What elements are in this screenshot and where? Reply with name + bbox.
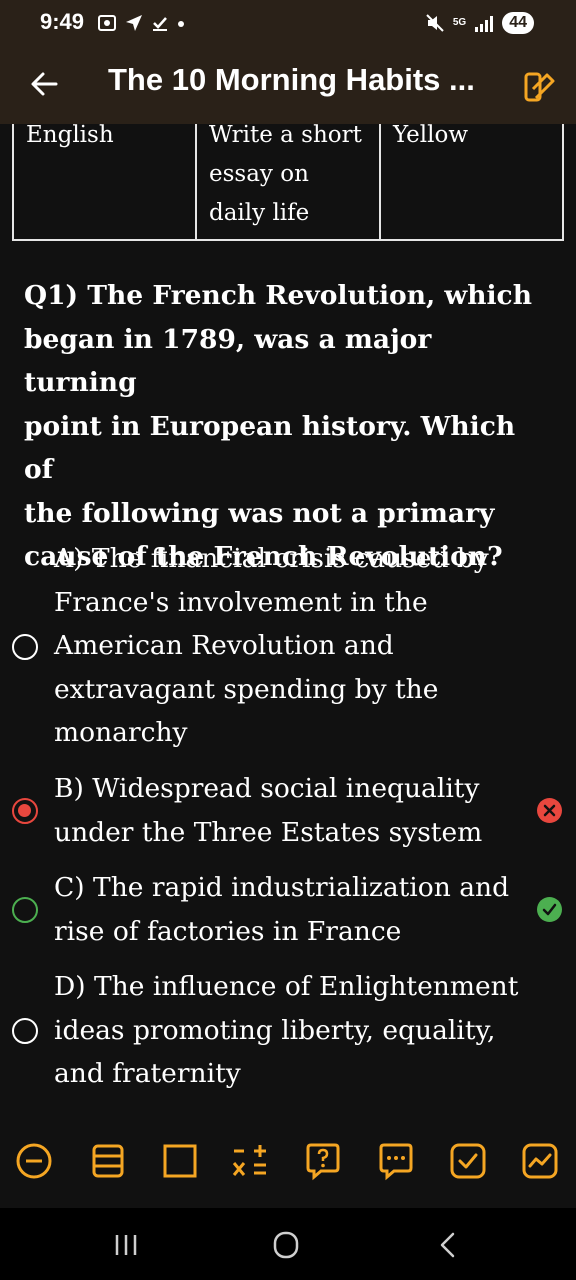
minus-circle-icon[interactable] [14, 1141, 54, 1181]
option-line: B) Widespread social inequality [54, 773, 480, 804]
option-line: rise of factories in France [54, 915, 402, 947]
edit-icon[interactable] [522, 68, 558, 104]
plus-minus-icon[interactable] [230, 1141, 270, 1181]
option-line: ideas promoting liberty, equality, [54, 1014, 496, 1046]
signal-icon [475, 16, 494, 32]
more-bubble-icon[interactable] [376, 1141, 416, 1181]
option-line: France's involvement in the [54, 586, 428, 618]
bottom-toolbar [0, 1137, 576, 1185]
question-line: point in European history. Which of [24, 410, 516, 486]
system-nav-bar [0, 1208, 576, 1280]
table-cell-text: Write a short [209, 122, 362, 148]
table-cell-text: essay on [209, 161, 309, 187]
option-c[interactable]: C) The rapid industrialization and rise … [0, 866, 576, 956]
radio-button-selected[interactable] [12, 798, 38, 824]
table-cell-text: English [26, 122, 114, 148]
question-line: began in 1789, was a major turning [24, 323, 432, 399]
question-line: Q1) The French Revolution, which [24, 280, 532, 311]
question-bubble-icon[interactable] [303, 1141, 343, 1181]
status-right-icons: 5G 44 [425, 12, 534, 34]
download-check-icon [153, 17, 167, 31]
option-d[interactable]: D) The influence of Enlightenment ideas … [0, 965, 576, 1098]
mute-icon [426, 14, 444, 32]
network-label: 5G [452, 17, 467, 28]
option-line: American Revolution and [54, 630, 394, 661]
option-line: C) The rapid industrialization and [54, 872, 510, 903]
option-line: extravagant spending by the [54, 673, 439, 705]
table-cell: Write a short essay on daily life [197, 122, 381, 239]
app-header: The 10 Morning Habits ... [0, 46, 576, 124]
square-icon[interactable] [160, 1141, 200, 1181]
correct-answer-icon [537, 897, 562, 922]
status-time: 9:49 [40, 9, 85, 34]
table-cell-text: Yellow [393, 122, 469, 148]
dot-icon [178, 21, 184, 27]
table-cell: Yellow [381, 122, 564, 239]
option-b[interactable]: B) Widespread social inequality under th… [0, 767, 576, 857]
status-left-icons [96, 12, 186, 34]
table-cell-text: daily life [209, 200, 310, 226]
option-a[interactable]: A) The financial crisis caused by France… [0, 537, 576, 757]
option-line: and fraternity [54, 1058, 241, 1089]
page-title: The 10 Morning Habits ... [108, 62, 475, 97]
list-icon[interactable] [88, 1141, 128, 1181]
back-arrow-icon[interactable] [26, 66, 62, 102]
habits-table: English Write a short essay on daily lif… [12, 122, 564, 241]
recent-apps-icon[interactable] [106, 1230, 146, 1260]
battery-indicator: 44 [502, 12, 534, 34]
radio-button[interactable] [12, 634, 38, 660]
option-line: D) The influence of Enlightenment [54, 971, 519, 1002]
navigation-arrow-icon [126, 15, 142, 31]
radio-button[interactable] [12, 1018, 38, 1044]
home-icon[interactable] [266, 1230, 306, 1260]
question-text: Q1) The French Revolution, which began i… [24, 274, 544, 579]
option-line: monarchy [54, 717, 188, 748]
table-cell: English [14, 122, 197, 239]
option-line: under the Three Estates system [54, 816, 483, 848]
wrong-answer-icon [537, 798, 562, 823]
option-line: A) The financial crisis caused by [54, 543, 489, 574]
radio-button[interactable] [12, 897, 38, 923]
back-icon[interactable] [428, 1230, 468, 1260]
screenshot-icon [98, 15, 116, 31]
check-box-icon[interactable] [448, 1141, 488, 1181]
chart-box-icon[interactable] [520, 1141, 560, 1181]
question-line: the following was not a primary [24, 497, 495, 529]
status-bar: 9:49 5G 44 [0, 0, 576, 46]
